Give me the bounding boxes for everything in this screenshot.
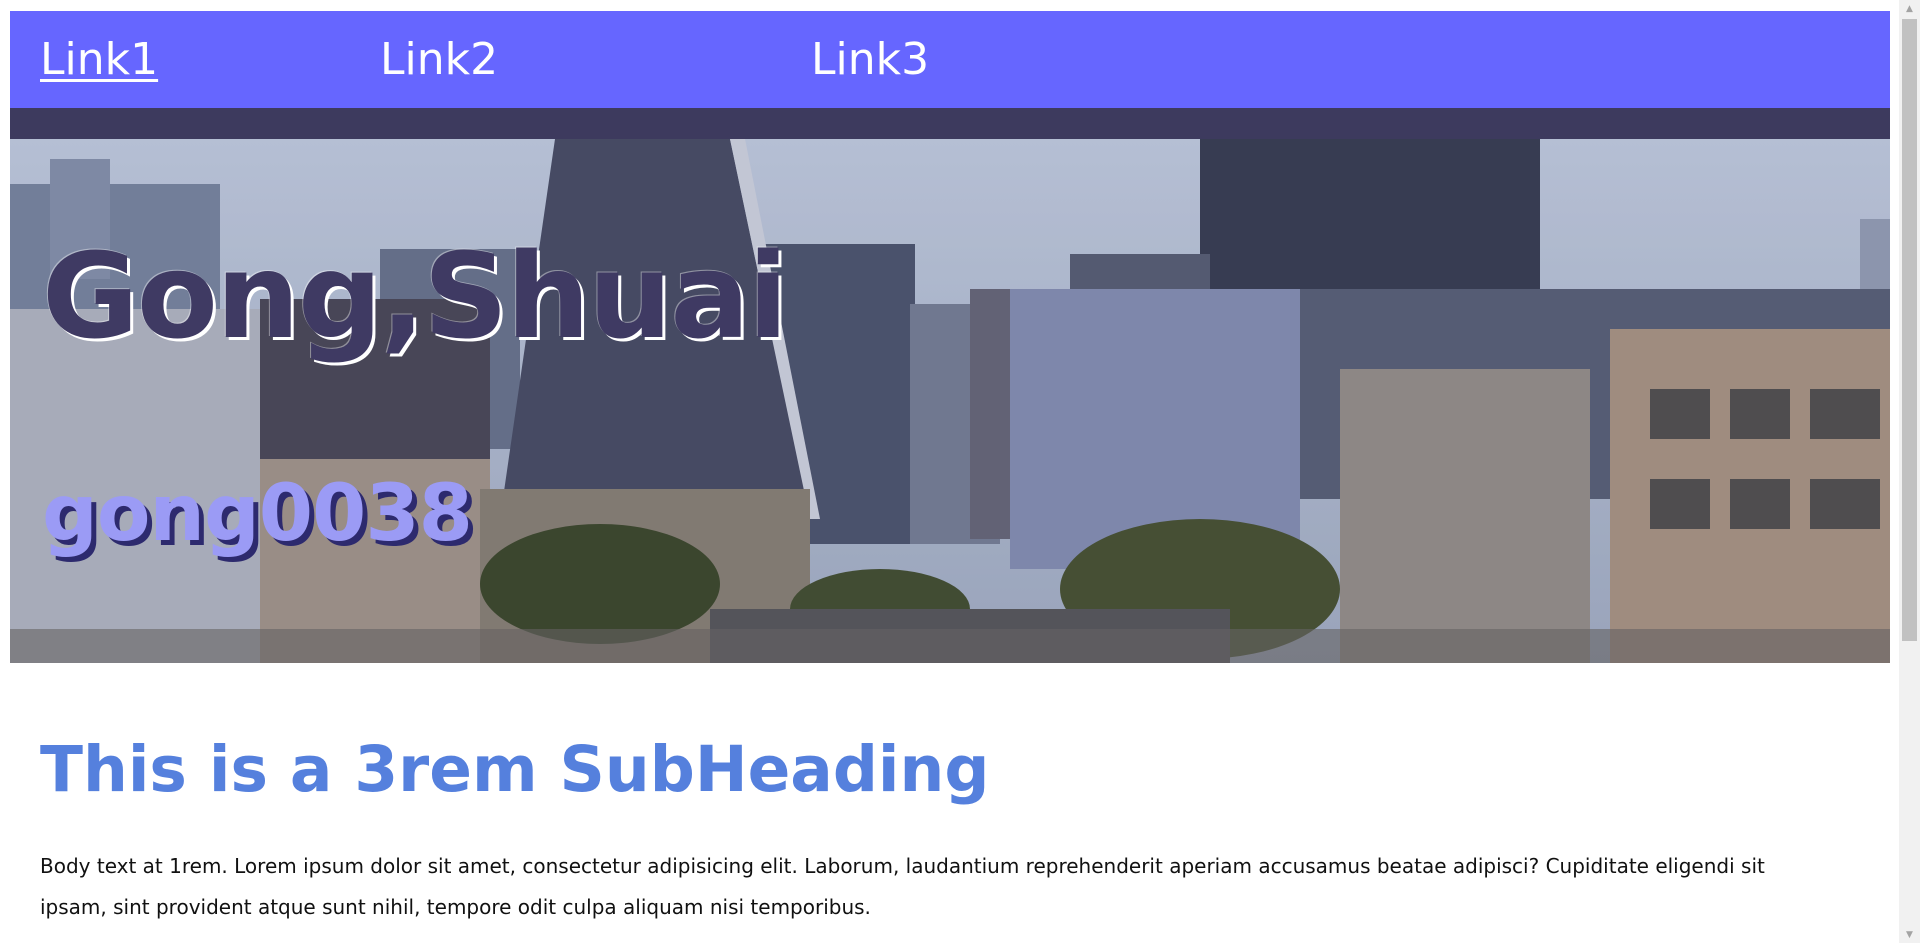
nav-link-2[interactable]: Link2: [380, 34, 811, 85]
body-paragraph: Body text at 1rem. Lorem ipsum dolor sit…: [40, 854, 1765, 919]
scrollbar-thumb[interactable]: [1902, 19, 1917, 641]
hero-username: gong0038: [42, 469, 473, 559]
nav-link-1[interactable]: Link1: [40, 34, 380, 85]
nav-link-3[interactable]: Link3: [811, 34, 929, 85]
hero-name: Gong,Shuai: [42, 227, 788, 365]
scroll-down-arrow-icon[interactable]: ▼: [1899, 926, 1920, 943]
nav-divider-bar: [10, 108, 1890, 139]
subheading: This is a 3rem SubHeading: [40, 733, 990, 806]
city-skyline-image: [10, 139, 1890, 663]
page: Link1 Link2 Link3 Gong,Shuai gong0038 Th…: [10, 11, 1890, 928]
vertical-scrollbar[interactable]: ▲ ▼: [1899, 0, 1920, 943]
hero-banner: Gong,Shuai gong0038: [10, 139, 1890, 663]
top-nav: Link1 Link2 Link3: [10, 11, 1890, 108]
scroll-up-arrow-icon[interactable]: ▲: [1899, 0, 1920, 17]
